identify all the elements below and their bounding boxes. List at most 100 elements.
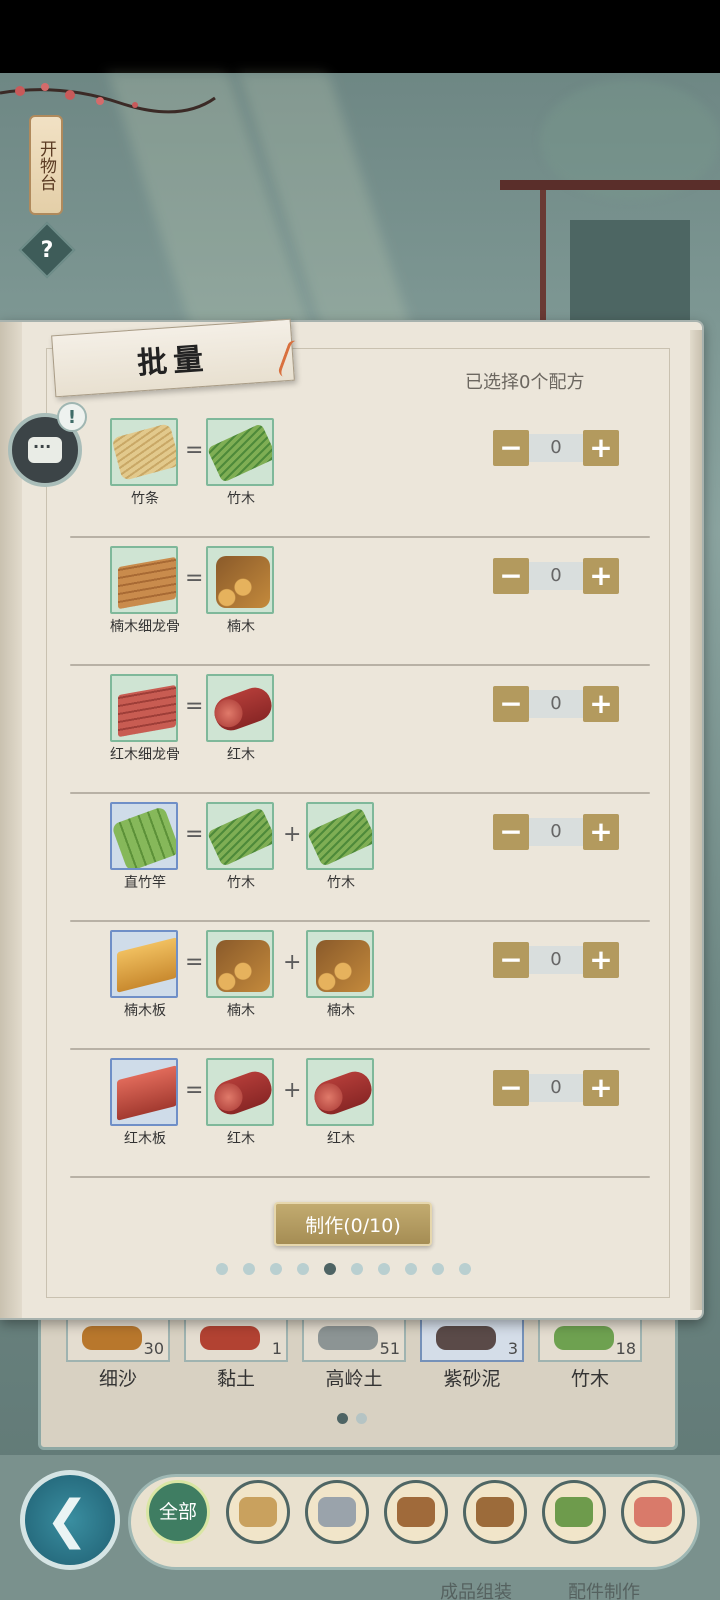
recipe-input-item[interactable]: 红木 <box>206 1058 276 1150</box>
equals-sign: = <box>185 438 204 463</box>
recipe-input-item[interactable]: 竹木 <box>306 802 376 894</box>
item-label: 楠木 <box>327 1003 355 1019</box>
tab-parts[interactable]: 配件制作 <box>568 1578 640 1600</box>
recipe-input-item[interactable]: 楠木 <box>206 546 276 638</box>
inventory-item[interactable]: 3 <box>420 1318 524 1362</box>
recipe-output-item[interactable]: 红木板 <box>110 1058 180 1150</box>
item-slot <box>306 930 374 998</box>
inventory-item[interactable]: 51 <box>302 1318 406 1362</box>
page-dot[interactable] <box>324 1263 336 1275</box>
quantity-stepper: −0 + <box>493 558 620 596</box>
equals-sign: = <box>185 694 204 719</box>
decrement-button[interactable]: − <box>493 558 529 594</box>
material-icon <box>200 1326 260 1350</box>
inventory-page-dot[interactable] <box>356 1413 367 1424</box>
redwood-log-icon <box>209 1067 272 1119</box>
quantity-input[interactable]: 0 <box>529 434 583 462</box>
increment-button[interactable]: + <box>583 1070 619 1106</box>
inventory-label: 竹木 <box>570 1368 609 1390</box>
quantity-input[interactable]: 0 <box>529 1074 583 1102</box>
page-dot[interactable] <box>351 1263 363 1275</box>
material-icon <box>82 1326 142 1350</box>
recipe-output-item[interactable]: 红木细龙骨 <box>110 674 180 766</box>
recipe-output-item[interactable]: 楠木板 <box>110 930 180 1022</box>
equals-sign: = <box>185 566 204 591</box>
recipe-output-item[interactable]: 直竹竿 <box>110 802 180 894</box>
inventory-item[interactable]: 18 <box>538 1318 642 1362</box>
page-dot[interactable] <box>270 1263 282 1275</box>
quantity-input[interactable]: 0 <box>529 946 583 974</box>
workbench-title: 开物台 <box>29 115 63 215</box>
decrement-button[interactable]: − <box>493 686 529 722</box>
item-label: 红木细龙骨 <box>110 747 180 763</box>
chat-icon <box>28 437 62 463</box>
page-dot[interactable] <box>405 1263 417 1275</box>
recipe-row: 楠木板 = 楠木 + 楠木 −0 + <box>70 922 650 1050</box>
category-all-label: 全部 <box>158 1501 197 1523</box>
recipe-input-item[interactable]: 红木 <box>206 674 276 766</box>
inventory-label: 高岭土 <box>325 1368 383 1390</box>
inventory-count: 3 <box>507 1339 518 1358</box>
recipe-input-item[interactable]: 竹木 <box>206 802 276 894</box>
quantity-stepper: −0 + <box>493 814 620 852</box>
craft-button[interactable]: 制作(0/10) <box>274 1202 432 1246</box>
recipe-input-item[interactable]: 竹木 <box>206 418 276 510</box>
item-label: 竹木 <box>227 491 255 507</box>
bamboo-strips-icon <box>112 422 176 482</box>
category-button[interactable] <box>463 1480 527 1544</box>
quantity-stepper: −0 + <box>493 942 620 980</box>
page-dot[interactable] <box>378 1263 390 1275</box>
recipe-output-item[interactable]: 竹条 <box>110 418 180 510</box>
quantity-input[interactable]: 0 <box>529 818 583 846</box>
increment-button[interactable]: + <box>583 430 619 466</box>
inventory-item[interactable]: 1 <box>184 1318 288 1362</box>
category-all-button[interactable]: 全部 <box>146 1480 210 1544</box>
page-dot[interactable] <box>297 1263 309 1275</box>
recipe-input-item[interactable]: 楠木 <box>306 930 376 1022</box>
category-button[interactable] <box>542 1480 606 1544</box>
inventory-page-dot[interactable] <box>337 1413 348 1424</box>
item-label: 红木 <box>327 1131 355 1147</box>
recipe-output-item[interactable]: 楠木细龙骨 <box>110 546 180 638</box>
item-label: 楠木细龙骨 <box>110 619 180 635</box>
bamboo-tube-icon <box>555 1497 593 1527</box>
decrement-button[interactable]: − <box>493 430 529 466</box>
recipe-row: 楠木细龙骨 = 楠木 −0 + <box>70 538 650 666</box>
increment-button[interactable]: + <box>583 558 619 594</box>
category-button[interactable] <box>305 1480 369 1544</box>
item-label: 直竹竿 <box>124 875 166 891</box>
workbench-title-text: 开物台 <box>36 139 56 191</box>
inventory-count: 30 <box>143 1339 164 1358</box>
increment-button[interactable]: + <box>583 942 619 978</box>
inventory-item[interactable]: 30 <box>66 1318 170 1362</box>
decrement-button[interactable]: − <box>493 942 529 978</box>
plus-sign: + <box>283 950 302 975</box>
decrement-button[interactable]: − <box>493 814 529 850</box>
recipe-input-item[interactable]: 红木 <box>306 1058 376 1150</box>
tab-assembly[interactable]: 成品组装 <box>440 1578 512 1600</box>
item-slot <box>206 1058 274 1126</box>
category-button[interactable] <box>226 1480 290 1544</box>
item-slot <box>110 418 178 486</box>
item-slot <box>206 802 274 870</box>
decrement-button[interactable]: − <box>493 1070 529 1106</box>
inventory-count: 1 <box>271 1339 282 1358</box>
panel-pager <box>216 1263 486 1277</box>
page-dot[interactable] <box>432 1263 444 1275</box>
category-button[interactable] <box>621 1480 685 1544</box>
quantity-input[interactable]: 0 <box>529 690 583 718</box>
row-divider <box>70 1176 650 1178</box>
recipe-input-item[interactable]: 楠木 <box>206 930 276 1022</box>
page-dot[interactable] <box>216 1263 228 1275</box>
category-button[interactable] <box>384 1480 448 1544</box>
page-dot[interactable] <box>243 1263 255 1275</box>
item-label: 竹木 <box>327 875 355 891</box>
back-arrow-icon: ❮ <box>45 1490 89 1550</box>
quantity-input[interactable]: 0 <box>529 562 583 590</box>
page-dot[interactable] <box>459 1263 471 1275</box>
nanmu-board-icon <box>116 937 176 993</box>
back-button[interactable]: ❮ <box>20 1470 120 1570</box>
item-slot <box>306 802 374 870</box>
increment-button[interactable]: + <box>583 814 619 850</box>
increment-button[interactable]: + <box>583 686 619 722</box>
